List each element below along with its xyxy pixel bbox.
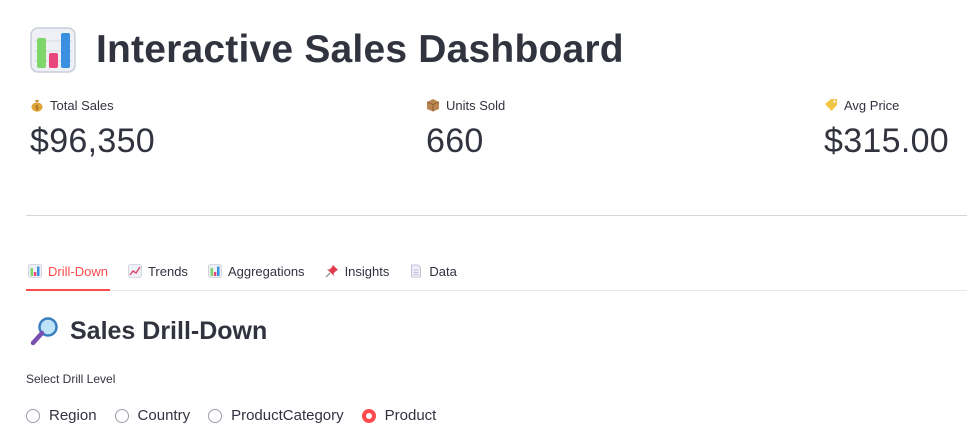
radio-circle[interactable] bbox=[26, 408, 40, 423]
svg-text:$: $ bbox=[35, 105, 39, 112]
radio-option-country[interactable]: Country bbox=[114, 407, 191, 424]
tab-label: Aggregations bbox=[227, 263, 305, 279]
metric-value: $315.00 bbox=[824, 122, 950, 160]
page-header: Interactive Sales Dashboard bbox=[30, 22, 624, 78]
page-icon bbox=[411, 264, 422, 278]
radio-option-product[interactable]: Product bbox=[361, 407, 437, 424]
section-title: Sales Drill-Down bbox=[70, 316, 268, 345]
radio-option-region[interactable]: Region bbox=[26, 407, 97, 424]
divider bbox=[26, 215, 967, 216]
dashboard-page: Interactive Sales Dashboard $ Total Sale… bbox=[0, 0, 967, 441]
money-bag-icon: $ bbox=[31, 100, 43, 112]
metric-label: Avg Price bbox=[844, 97, 900, 113]
magnifying-glass-icon bbox=[30, 317, 58, 346]
tab-aggregations[interactable]: Aggregations bbox=[206, 252, 307, 290]
metric-value: $96,350 bbox=[30, 122, 156, 160]
tab-label: Insights bbox=[344, 263, 390, 279]
metric-label: Units Sold bbox=[446, 97, 506, 113]
metric-avg-price: Avg Price $315.00 bbox=[824, 96, 949, 161]
pushpin-icon bbox=[325, 265, 338, 278]
tab-label: Data bbox=[429, 263, 457, 279]
metric-label: Total Sales bbox=[50, 97, 114, 113]
radio-option-label: Country bbox=[137, 407, 191, 424]
tab-drill-down[interactable]: Drill-Down bbox=[26, 252, 110, 291]
metric-units-sold: Units Sold 660 bbox=[426, 96, 505, 161]
tab-label: Drill-Down bbox=[48, 263, 108, 279]
package-icon bbox=[426, 99, 440, 112]
radio-circle-selected[interactable] bbox=[361, 408, 376, 423]
section-header: Sales Drill-Down bbox=[30, 316, 267, 346]
radio-circle[interactable] bbox=[114, 408, 129, 423]
radio-option-label: Region bbox=[49, 407, 97, 424]
bar-chart-icon bbox=[208, 264, 222, 278]
tab-insights[interactable]: Insights bbox=[323, 252, 392, 290]
bar-chart-icon bbox=[30, 27, 76, 73]
tab-data[interactable]: Data bbox=[407, 252, 458, 290]
radio-option-label: Product bbox=[384, 407, 437, 424]
chart-increasing-icon bbox=[128, 264, 142, 278]
bar-chart-icon bbox=[28, 264, 42, 278]
page-title: Interactive Sales Dashboard bbox=[96, 28, 624, 71]
tab-bar: Drill-Down Trends Aggregations Insights … bbox=[26, 252, 967, 291]
drill-level-label: Select Drill Level bbox=[26, 372, 116, 386]
radio-option-productcategory[interactable]: ProductCategory bbox=[208, 407, 344, 424]
price-tag-icon bbox=[825, 99, 837, 111]
metric-value: 660 bbox=[426, 122, 484, 160]
metric-total-sales: $ Total Sales $96,350 bbox=[30, 96, 155, 161]
radio-circle[interactable] bbox=[208, 408, 223, 423]
tab-label: Trends bbox=[147, 263, 188, 279]
tab-trends[interactable]: Trends bbox=[126, 252, 190, 290]
drill-level-radio-group: Region Country ProductCategory Product bbox=[26, 407, 454, 424]
radio-option-label: ProductCategory bbox=[231, 407, 344, 424]
